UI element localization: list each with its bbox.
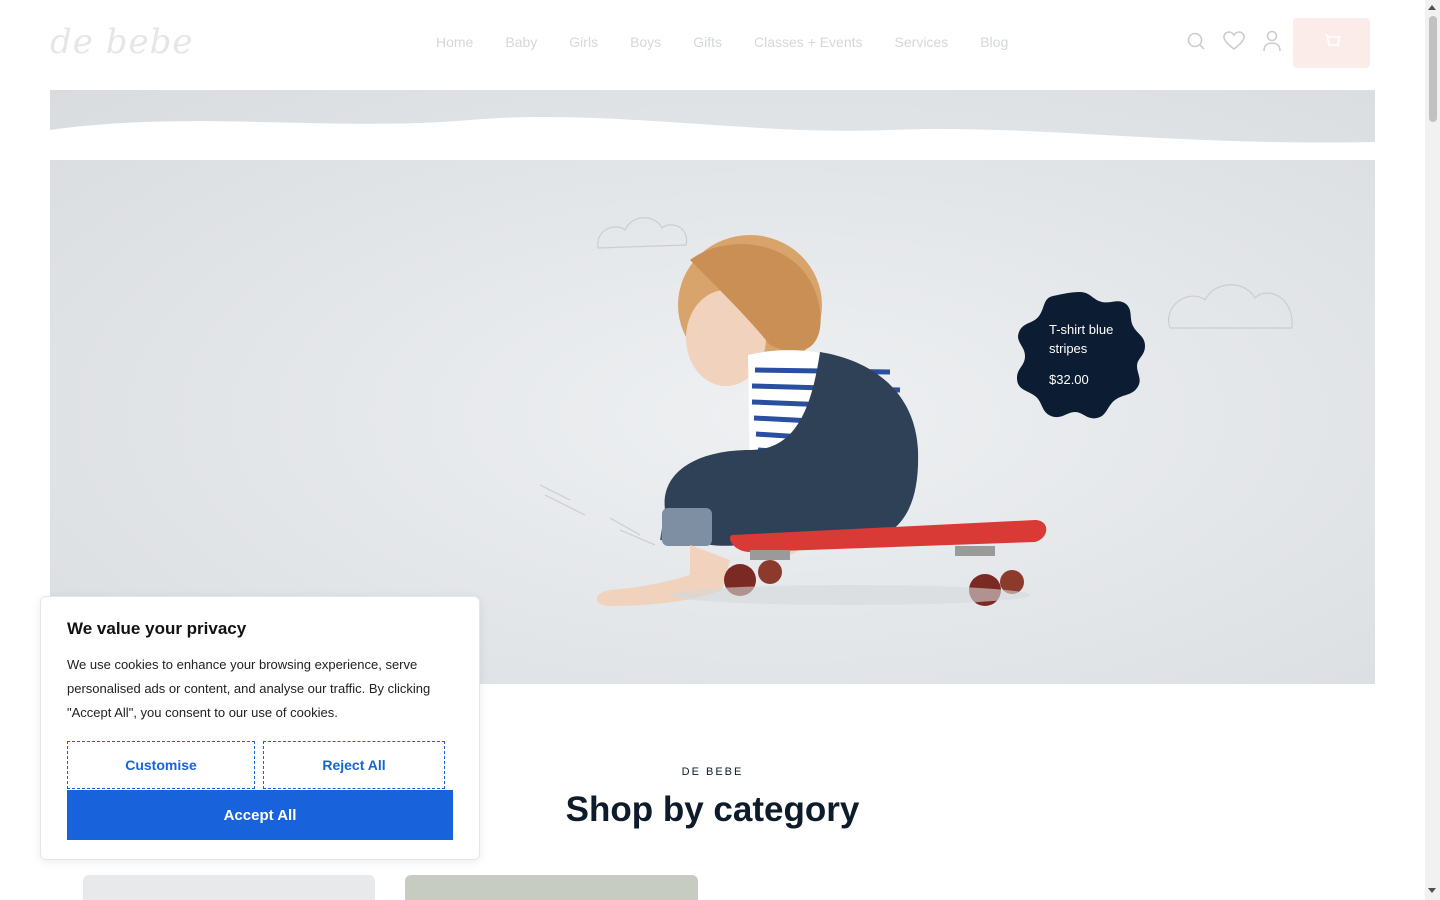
cart-icon [1323,32,1341,55]
brand-logo[interactable]: de bebe [50,22,193,62]
nav-item-girls[interactable]: Girls [569,34,598,50]
category-card[interactable] [83,875,375,900]
nav-item-baby[interactable]: Baby [505,34,537,50]
heart-icon[interactable] [1223,30,1245,52]
cookie-description: We use cookies to enhance your browsing … [67,657,431,720]
cookie-consent-banner: We value your privacy We use cookies to … [40,596,480,860]
nav-item-gifts[interactable]: Gifts [693,34,722,50]
customise-button[interactable]: Customise [67,741,255,789]
reject-all-button[interactable]: Reject All [263,741,445,789]
cookie-title: We value your privacy [67,619,247,638]
page-scrollbar[interactable] [1425,0,1440,900]
accept-all-button[interactable]: Accept All [67,790,453,840]
scroll-down-arrow-icon[interactable] [1428,888,1436,893]
user-icon[interactable] [1261,30,1283,52]
product-hotspot-badge[interactable]: T-shirt blue stripes $32.00 [1015,290,1145,420]
site-header: de bebe Home Baby Girls Boys Gifts Class… [0,0,1425,90]
nav-item-blog[interactable]: Blog [980,34,1008,50]
cart-button[interactable] [1293,18,1370,68]
scroll-up-arrow-icon[interactable] [1428,5,1436,10]
search-icon[interactable] [1185,30,1207,52]
scroll-thumb[interactable] [1429,16,1437,122]
header-icons [1185,30,1283,52]
nav-item-boys[interactable]: Boys [630,34,661,50]
hero-wave-divider [50,116,1375,160]
hero-illustration [539,217,1293,606]
main-nav: Home Baby Girls Boys Gifts Classes + Eve… [436,34,1008,50]
product-price: $32.00 [1049,372,1089,387]
nav-item-home[interactable]: Home [436,34,473,50]
nav-item-classes-events[interactable]: Classes + Events [754,34,863,50]
hero-banner: T-shirt blue stripes $32.00 [50,90,1375,684]
category-card[interactable] [405,875,698,900]
nav-item-services[interactable]: Services [895,34,949,50]
product-name: T-shirt blue stripes [1049,322,1114,356]
